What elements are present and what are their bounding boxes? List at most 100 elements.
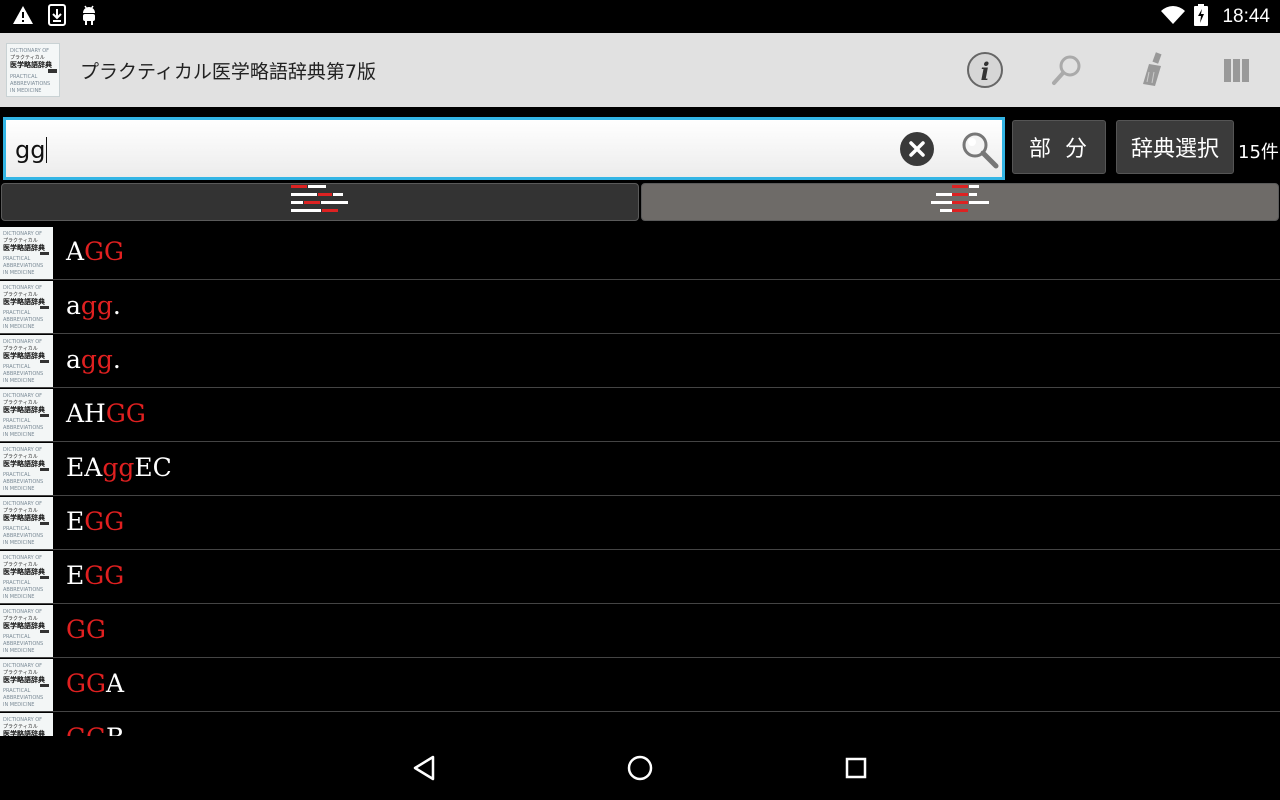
entry-term: agg. — [66, 291, 121, 320]
term-prefix: A — [66, 237, 85, 266]
term-match-highlight: GG — [105, 399, 146, 428]
tab-list-center[interactable] — [641, 183, 1279, 221]
svg-text:DICTIONARY OF: DICTIONARY OF — [3, 501, 42, 507]
svg-text:IN MEDICINE: IN MEDICINE — [10, 88, 41, 94]
result-list: DICTIONARY OF プラクティカル 医学略語辞典 PRACTICAL ABBRE… — [0, 226, 1280, 736]
svg-text:ABBREVIATIONS: ABBREVIATIONS — [3, 695, 43, 701]
search-mode-button[interactable]: 部分 — [1012, 120, 1106, 174]
entry-term: EGG — [66, 561, 124, 590]
list-item[interactable]: DICTIONARY OFプラクティカル医学略語辞典PRACTICALABBRE… — [0, 658, 1280, 712]
term-match-highlight: gg — [80, 345, 113, 374]
dictionary-thumbnail: DICTIONARY OFプラクティカル医学略語辞典PRACTICALABBRE… — [0, 605, 53, 657]
svg-text:IN MEDICINE: IN MEDICINE — [3, 486, 34, 492]
entry-term: EAggEC — [66, 453, 172, 482]
svg-text:PRACTICAL: PRACTICAL — [3, 364, 31, 370]
home-icon[interactable] — [622, 750, 658, 786]
svg-text:IN MEDICINE: IN MEDICINE — [3, 594, 34, 600]
wifi-icon — [1160, 5, 1186, 29]
app-title: プラクティカル医学略語辞典第7版 — [80, 61, 376, 83]
search-icon[interactable] — [1047, 50, 1087, 90]
svg-text:ABBREVIATIONS: ABBREVIATIONS — [10, 81, 50, 87]
list-item[interactable]: DICTIONARY OFプラクティカル医学略語辞典PRACTICALABBRE… — [0, 334, 1280, 388]
svg-text:DICTIONARY OF: DICTIONARY OF — [10, 48, 49, 54]
text-caret — [46, 137, 48, 163]
tab-list-left[interactable] — [1, 183, 639, 221]
warning-icon — [12, 5, 34, 29]
clear-icon[interactable] — [900, 132, 934, 166]
list-item[interactable]: DICTIONARY OFプラクティカル医学略語辞典PRACTICALABBRE… — [0, 442, 1280, 496]
term-prefix: AH — [66, 399, 106, 428]
dictionary-select-button[interactable]: 辞典選択 — [1116, 120, 1234, 174]
term-prefix: EA — [66, 453, 103, 482]
svg-text:DICTIONARY OF: DICTIONARY OF — [3, 339, 42, 345]
list-item[interactable]: DICTIONARY OFプラクティカル医学略語辞典PRACTICALABBRE… — [0, 280, 1280, 334]
term-match-highlight: GG — [66, 723, 106, 736]
svg-text:DICTIONARY OF: DICTIONARY OF — [3, 393, 42, 399]
status-bar: 18:44 — [0, 0, 1280, 33]
svg-text:医学略語辞典: 医学略語辞典 — [3, 351, 45, 360]
clock: 18:44 — [1222, 5, 1270, 27]
dictionary-thumbnail: DICTIONARY OFプラクティカル医学略語辞典PRACTICALABBRE… — [0, 713, 53, 736]
navigation-bar — [0, 736, 1280, 800]
action-bar: DICTIONARY OF プラクティカル 医学略語辞典 PRACTICAL A… — [0, 33, 1280, 107]
svg-text:PRACTICAL: PRACTICAL — [3, 418, 31, 424]
svg-text:PRACTICAL: PRACTICAL — [3, 310, 31, 316]
app-logo[interactable]: DICTIONARY OF プラクティカル 医学略語辞典 PRACTICAL A… — [6, 43, 60, 97]
list-center-icon — [930, 183, 990, 221]
dictionary-thumbnail: DICTIONARY OFプラクティカル医学略語辞典PRACTICALABBRE… — [0, 227, 53, 279]
list-item[interactable]: DICTIONARY OFプラクティカル医学略語辞典PRACTICALABBRE… — [0, 604, 1280, 658]
dictionary-thumbnail: DICTIONARY OFプラクティカル医学略語辞典PRACTICALABBRE… — [0, 551, 53, 603]
list-item[interactable]: DICTIONARY OFプラクティカル医学略語辞典PRACTICALABBRE… — [0, 712, 1280, 736]
battery-charging-icon — [1194, 3, 1209, 30]
entry-term: AHGG — [66, 399, 146, 428]
list-item[interactable]: DICTIONARY OFプラクティカル医学略語辞典PRACTICALABBRE… — [0, 496, 1280, 550]
svg-text:ABBREVIATIONS: ABBREVIATIONS — [3, 533, 43, 539]
svg-text:医学略語辞典: 医学略語辞典 — [3, 567, 45, 576]
term-match-highlight: GG — [66, 615, 106, 644]
svg-text:医学略語辞典: 医学略語辞典 — [10, 60, 52, 69]
svg-text:IN MEDICINE: IN MEDICINE — [3, 324, 34, 330]
svg-text:DICTIONARY OF: DICTIONARY OF — [3, 717, 42, 723]
dictionary-thumbnail: DICTIONARY OFプラクティカル医学略語辞典PRACTICALABBRE… — [0, 443, 53, 495]
term-suffix: EC — [134, 453, 172, 482]
dictionary-thumbnail: DICTIONARY OFプラクティカル医学略語辞典PRACTICALABBRE… — [0, 497, 53, 549]
svg-text:PRACTICAL: PRACTICAL — [3, 256, 31, 262]
svg-text:ABBREVIATIONS: ABBREVIATIONS — [3, 263, 43, 269]
list-item[interactable]: DICTIONARY OFプラクティカル医学略語辞典PRACTICALABBRE… — [0, 226, 1280, 280]
svg-text:DICTIONARY OF: DICTIONARY OF — [3, 285, 42, 291]
term-suffix: B — [106, 723, 124, 736]
search-query: gg — [15, 136, 46, 164]
entry-term: GGA — [66, 669, 124, 698]
svg-text:DICTIONARY OF: DICTIONARY OF — [3, 609, 42, 615]
back-icon[interactable] — [406, 750, 442, 786]
svg-text:医学略語辞典: 医学略語辞典 — [3, 459, 45, 468]
search-input[interactable]: gg — [3, 117, 1005, 180]
term-match-highlight: GG — [84, 507, 125, 536]
search-row: gg 部分 辞典選択 15件 — [0, 107, 1280, 183]
entry-term: AGG — [66, 237, 124, 266]
svg-text:ABBREVIATIONS: ABBREVIATIONS — [3, 371, 43, 377]
info-icon[interactable]: i — [965, 50, 1005, 90]
svg-text:医学略語辞典: 医学略語辞典 — [3, 675, 45, 684]
brush-icon[interactable] — [1132, 50, 1172, 90]
dictionary-thumbnail: DICTIONARY OFプラクティカル医学略語辞典PRACTICALABBRE… — [0, 281, 53, 333]
svg-text:ABBREVIATIONS: ABBREVIATIONS — [3, 479, 43, 485]
recents-icon[interactable] — [838, 750, 874, 786]
svg-text:IN MEDICINE: IN MEDICINE — [3, 270, 34, 276]
magnifier-icon[interactable] — [959, 129, 1001, 171]
svg-text:医学略語辞典: 医学略語辞典 — [3, 513, 45, 522]
search-query-wrap: gg — [15, 136, 48, 164]
term-suffix: A — [105, 669, 125, 698]
svg-text:ABBREVIATIONS: ABBREVIATIONS — [3, 641, 43, 647]
svg-text:DICTIONARY OF: DICTIONARY OF — [3, 555, 42, 561]
list-item[interactable]: DICTIONARY OFプラクティカル医学略語辞典PRACTICALABBRE… — [0, 388, 1280, 442]
svg-text:IN MEDICINE: IN MEDICINE — [3, 378, 34, 384]
list-left-icon — [290, 183, 350, 221]
entry-term: GGB — [66, 723, 124, 736]
dictionary-thumbnail: DICTIONARY OFプラクティカル医学略語辞典PRACTICALABBRE… — [0, 389, 53, 441]
svg-text:医学略語辞典: 医学略語辞典 — [3, 729, 45, 736]
bookshelf-icon[interactable] — [1217, 50, 1257, 90]
view-tabs — [0, 183, 1280, 222]
term-prefix: a — [66, 345, 81, 374]
list-item[interactable]: DICTIONARY OFプラクティカル医学略語辞典PRACTICALABBRE… — [0, 550, 1280, 604]
